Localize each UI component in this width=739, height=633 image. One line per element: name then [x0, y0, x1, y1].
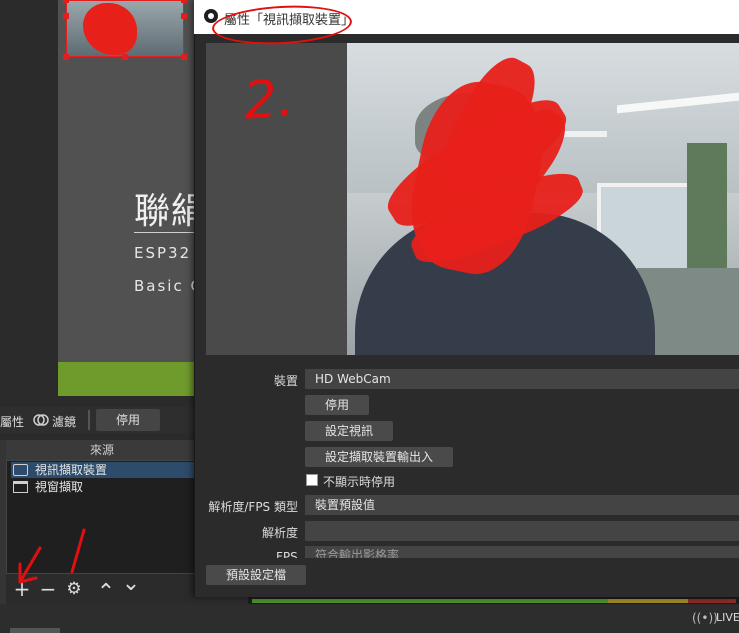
live-icon: ((•)) — [692, 611, 718, 625]
device-disable-button[interactable]: 停用 — [305, 395, 369, 415]
move-up-button[interactable]: ⌃ — [96, 578, 116, 605]
filter-icon — [33, 414, 49, 426]
slide-subtitle-2: Basic C — [134, 277, 203, 295]
fps-label: FPS — [276, 550, 298, 558]
sources-dock-header: 來源 — [6, 440, 198, 460]
status-tab — [10, 628, 60, 633]
resize-handle-mr[interactable] — [181, 13, 187, 19]
fps-select[interactable]: 符合輸出影格率 — [305, 546, 739, 558]
webcam-preview — [347, 43, 739, 355]
resize-handle-tr[interactable] — [181, 0, 187, 3]
list-item[interactable]: 視窗擷取 — [11, 479, 195, 495]
properties-button[interactable]: 屬性 — [0, 413, 24, 430]
slide-divider — [134, 232, 198, 233]
status-bar — [0, 604, 739, 633]
resize-handle-bl[interactable] — [63, 54, 69, 60]
resize-handle-ml[interactable] — [63, 13, 69, 19]
meter-yellow — [608, 599, 688, 603]
filters-button[interactable]: 濾鏡 — [52, 413, 76, 430]
resolution-select[interactable] — [305, 521, 739, 541]
device-select[interactable]: HD WebCam — [305, 369, 739, 389]
resize-handle-br[interactable] — [181, 54, 187, 60]
window-icon — [13, 481, 28, 493]
configure-crossbar-button[interactable]: 設定擷取裝置輸出入 — [305, 447, 453, 467]
resolution-type-label: 解析度/FPS 類型 — [208, 500, 298, 514]
live-status: LIVE — [716, 611, 739, 624]
disable-source-button[interactable]: 停用 — [96, 409, 160, 431]
deactivate-when-hidden-checkbox[interactable] — [306, 474, 318, 486]
toolbar-separator — [88, 410, 90, 430]
slide-subtitle-1: ESP32 — [134, 244, 192, 262]
resize-handle-bm[interactable] — [122, 54, 128, 60]
camera-icon — [13, 464, 28, 476]
meter-red — [688, 599, 736, 603]
list-item[interactable]: 視訊擷取裝置 — [11, 462, 195, 478]
annotation-step-two: 2. — [241, 68, 296, 132]
annotation-step-one-arrow — [18, 528, 86, 584]
resolution-label: 解析度 — [261, 526, 298, 540]
webcam-source-thumbnail[interactable] — [66, 0, 184, 57]
source-label: 視窗擷取 — [35, 480, 84, 494]
resolution-type-select[interactable]: 裝置預設值 — [305, 495, 739, 515]
meter-green — [252, 599, 608, 603]
slide-footer-band — [58, 362, 198, 396]
resize-handle-tl[interactable] — [63, 0, 69, 3]
source-label: 視訊擷取裝置 — [35, 463, 108, 477]
defaults-button[interactable]: 預設設定檔 — [206, 565, 306, 585]
configure-video-button[interactable]: 設定視訊 — [305, 421, 393, 441]
device-label: 裝置 — [273, 374, 298, 388]
deactivate-when-hidden-label: 不顯示時停用 — [323, 475, 396, 489]
move-down-button[interactable]: ⌄ — [121, 573, 141, 600]
